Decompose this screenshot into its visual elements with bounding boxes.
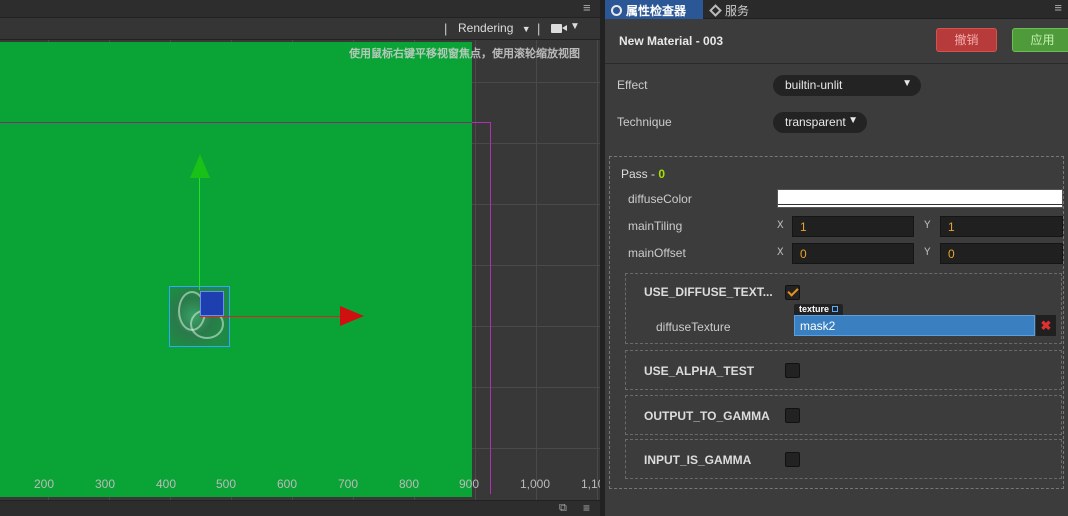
define-input-is-gamma: INPUT_IS_GAMMA	[625, 439, 1062, 479]
diffuse-color-swatch[interactable]	[777, 189, 1063, 208]
chevron-down-icon: ▼	[848, 115, 858, 126]
gear-icon	[611, 5, 622, 16]
main-tiling-label: mainTiling	[628, 219, 683, 233]
scene-bottom-strip: ⧉ ≡	[0, 500, 600, 516]
ruler-label: 1,10	[581, 477, 600, 491]
define-label: USE_DIFFUSE_TEXT...	[644, 285, 773, 299]
rendering-dropdown[interactable]: Rendering ▼	[458, 21, 531, 35]
revert-button[interactable]: 撤销	[936, 28, 997, 52]
ruler-label: 500	[216, 477, 237, 491]
material-title: New Material - 003	[619, 34, 724, 48]
ruler-label: 600	[277, 477, 298, 491]
clear-icon[interactable]: ✖	[1036, 315, 1056, 336]
main-tiling-y-input[interactable]: 1	[940, 216, 1063, 237]
design-resolution-frame	[472, 122, 491, 494]
define-label: INPUT_IS_GAMMA	[644, 453, 752, 467]
ruler-label: 800	[399, 477, 420, 491]
texture-tag-label: texture	[799, 304, 830, 314]
main-tiling-x-input[interactable]: 1	[792, 216, 914, 237]
main-offset-y-input[interactable]: 0	[940, 243, 1063, 264]
pass-index: 0	[658, 167, 666, 181]
gizmo-y-axis[interactable]	[199, 172, 200, 290]
main-offset-x-input[interactable]: 0	[792, 243, 914, 264]
scene-panel: ≡ | Rendering ▼ | ▼ 使用鼠标右键平移视窗焦点，使用滚轮缩放视…	[0, 0, 600, 516]
texture-type-tag: texture	[794, 304, 844, 315]
navigation-hint: 使用鼠标右键平移视窗焦点，使用滚轮缩放视图	[349, 48, 580, 60]
ruler-label: 400	[156, 477, 177, 491]
effect-label: Effect	[617, 78, 648, 92]
menu-icon[interactable]: ≡	[1054, 0, 1062, 15]
effect-value: builtin-unlit	[785, 78, 843, 92]
input-is-gamma-checkbox[interactable]	[785, 452, 800, 467]
y-label: Y	[924, 247, 931, 259]
chevron-down-icon: ▼	[902, 78, 912, 89]
pass-section: Pass - 0 diffuseColor mainTiling X 1 Y 1…	[609, 156, 1064, 489]
services-icon	[709, 4, 722, 17]
material-header: New Material - 003 撤销 应用	[605, 19, 1068, 64]
use-diffuse-texture-checkbox[interactable]	[785, 285, 800, 300]
toolbar-separator: |	[444, 21, 448, 36]
define-label: OUTPUT_TO_GAMMA	[644, 409, 770, 423]
external-link-icon[interactable]	[832, 306, 839, 312]
pass-title: Pass - 0	[621, 167, 665, 181]
ruler-label: 1,000	[520, 477, 551, 491]
technique-label: Technique	[617, 115, 672, 129]
rendering-label: Rendering	[458, 21, 514, 35]
ruler-label: 200	[34, 477, 55, 491]
popout-icon[interactable]: ⧉	[559, 502, 567, 515]
toolbar-separator: |	[537, 21, 541, 36]
chevron-down-icon[interactable]: ▼	[570, 21, 580, 32]
effect-dropdown[interactable]: builtin-unlit ▼	[773, 75, 921, 96]
apply-button[interactable]: 应用	[1012, 28, 1068, 52]
define-label: USE_ALPHA_TEST	[644, 364, 755, 378]
technique-dropdown[interactable]: transparent ▼	[773, 112, 867, 133]
ruler-label: 700	[338, 477, 359, 491]
tab-label: 属性检查器	[626, 4, 687, 18]
pass-title-prefix: Pass -	[621, 167, 659, 181]
define-output-to-gamma: OUTPUT_TO_GAMMA	[625, 395, 1062, 435]
tab-inspector[interactable]: 属性检查器	[605, 0, 703, 19]
x-label: X	[777, 247, 784, 259]
use-alpha-test-checkbox[interactable]	[785, 363, 800, 378]
define-use-diffuse-texture: USE_DIFFUSE_TEXT... diffuseTexture textu…	[625, 273, 1062, 344]
output-to-gamma-checkbox[interactable]	[785, 408, 800, 423]
canvas-boundary	[0, 122, 472, 123]
diffuse-color-label: diffuseColor	[628, 192, 692, 206]
camera-icon[interactable]	[551, 24, 567, 33]
scene-toolbar: | Rendering ▼ | ▼	[0, 18, 600, 40]
tab-label: 服务	[725, 4, 750, 18]
main-offset-label: mainOffset	[628, 246, 686, 260]
gizmo-x-axis[interactable]	[200, 316, 340, 317]
diffuse-texture-field[interactable]: mask2	[794, 315, 1035, 336]
chevron-down-icon: ▼	[521, 24, 531, 34]
y-label: Y	[924, 220, 931, 232]
arrow-up-icon[interactable]	[190, 154, 210, 178]
menu-icon[interactable]: ≡	[583, 501, 590, 515]
technique-value: transparent	[785, 115, 846, 129]
tab-services[interactable]: 服务	[705, 0, 755, 19]
canvas-area[interactable]	[0, 42, 472, 497]
diffuse-texture-label: diffuseTexture	[656, 320, 731, 334]
x-label: X	[777, 220, 784, 232]
ruler-label: 300	[95, 477, 116, 491]
scene-top-strip: ≡	[0, 0, 600, 18]
tab-bar: 属性检查器 服务 ≡	[605, 0, 1068, 19]
move-gizmo-center[interactable]	[200, 291, 224, 316]
define-use-alpha-test: USE_ALPHA_TEST	[625, 350, 1062, 390]
ruler-label: 900	[459, 477, 480, 491]
arrow-right-icon[interactable]	[340, 306, 364, 326]
menu-icon[interactable]: ≡	[583, 0, 591, 15]
inspector-panel: 属性检查器 服务 ≡ New Material - 003 撤销 应用 Effe…	[605, 0, 1068, 516]
